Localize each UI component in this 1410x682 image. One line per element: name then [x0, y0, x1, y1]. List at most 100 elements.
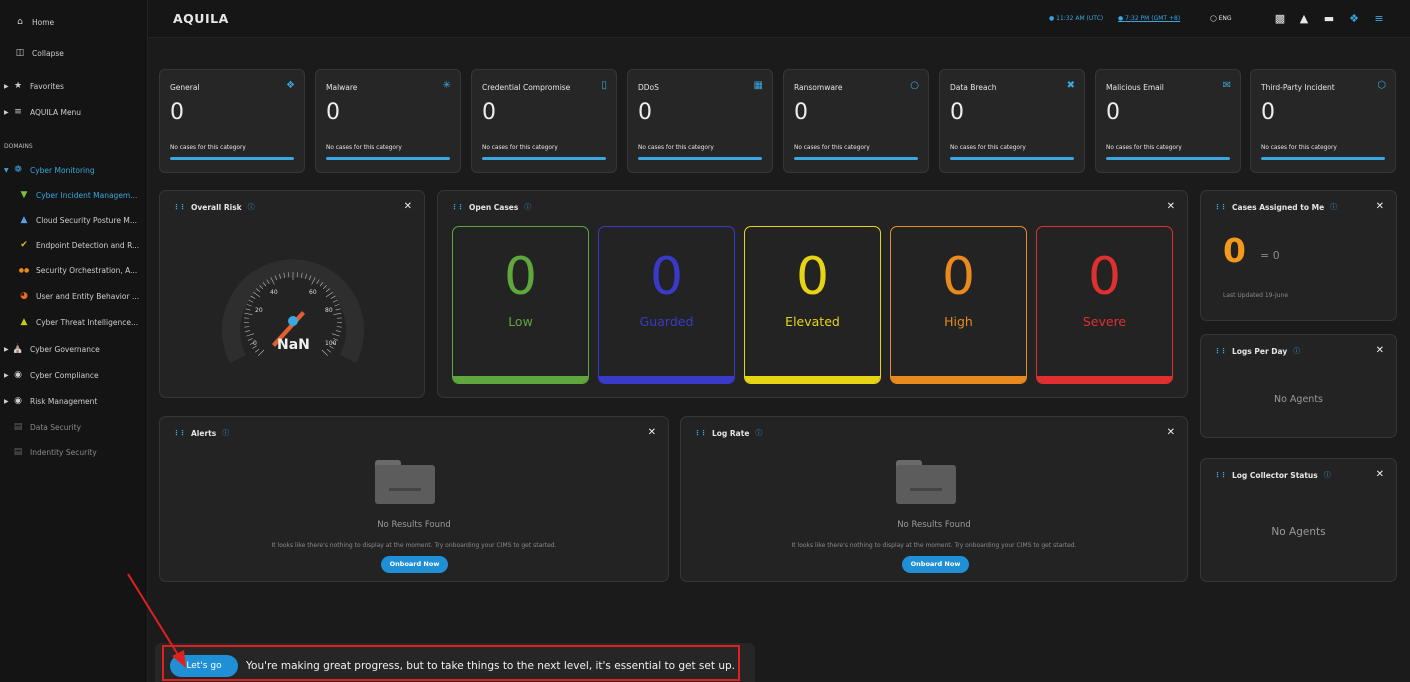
case-level-high[interactable]: 0 High: [890, 226, 1027, 384]
gauge-tick-mark: [333, 313, 342, 315]
sidebar-home[interactable]: ⌂ Home: [0, 10, 148, 34]
log-rate-panel: ⋮⋮ Log Rate ⓘ ✕ No Results Found It looks …: [680, 416, 1188, 582]
app-root: ⌂ Home ◫ Collapse ▶ ★ Favorites ▶ ≡ AQUILA Men…: [0, 0, 1410, 682]
sidebar-item-identity-security[interactable]: ▤ Indentity Security: [0, 440, 148, 464]
caret-right-icon: ▶: [4, 345, 9, 353]
info-icon[interactable]: ⓘ: [524, 202, 531, 212]
sidebar-favorites[interactable]: ▶ ★ Favorites: [0, 74, 148, 98]
cloud-triangle-icon: ▲: [20, 215, 28, 225]
assigned-count: 0: [1223, 231, 1246, 270]
bell-icon[interactable]: ▲: [1297, 12, 1311, 26]
sidebar-item-data-security[interactable]: ▤ Data Security: [0, 415, 148, 439]
drag-handle-icon[interactable]: ⋮⋮: [1214, 347, 1227, 355]
gauge-tick-mark: [321, 349, 328, 356]
category-card-data-breach[interactable]: Data Breach ✖ 0 No cases for this category: [939, 69, 1085, 173]
onboard-now-button[interactable]: Onboard Now: [902, 556, 969, 573]
card-bar: [326, 157, 450, 160]
info-icon[interactable]: ⓘ: [248, 202, 255, 212]
gauge-tick-mark: [248, 299, 254, 303]
info-icon[interactable]: ⓘ: [222, 428, 229, 438]
shield-check-icon: ✔: [20, 240, 28, 250]
card-bar: [950, 157, 1074, 160]
drag-handle-icon[interactable]: ⋮⋮: [173, 429, 186, 437]
overall-risk-panel: ⋮⋮ Overall Risk ⓘ ✕ 40 60 20 80 0 100 NaN: [159, 190, 425, 398]
collapse-icon: ◫: [15, 48, 25, 58]
logs-per-day-panel: ⋮⋮ Logs Per Day ⓘ ✕ No Agents: [1200, 334, 1397, 438]
gauge-tick-40: 40: [270, 289, 278, 296]
sidebar-item-cyber-compliance[interactable]: ▶ ◉ Cyber Compliance: [0, 363, 148, 387]
bug-icon: ✳: [442, 80, 451, 91]
close-icon[interactable]: ✕: [404, 201, 412, 212]
case-level-guarded[interactable]: 0 Guarded: [598, 226, 735, 384]
gauge-tick-mark: [245, 308, 251, 311]
category-card-ddos[interactable]: DDoS ▦ 0 No cases for this category: [627, 69, 773, 173]
topbar: AQUILA ● 11:32 AM (UTC) ● 7:32 PM (GMT +…: [148, 0, 1410, 38]
info-icon[interactable]: ⓘ: [1330, 202, 1337, 212]
drag-handle-icon[interactable]: ⋮⋮: [694, 429, 707, 437]
filter-icon: ▼: [20, 190, 28, 200]
gauge-tick-mark: [253, 291, 261, 298]
local-clock[interactable]: ● 7:32 PM (GMT +8): [1118, 15, 1180, 22]
drag-handle-icon[interactable]: ⋮⋮: [173, 203, 186, 211]
close-icon[interactable]: ✕: [1167, 427, 1175, 438]
close-icon[interactable]: ✕: [1376, 469, 1384, 480]
sidebar-item-security-orchestration[interactable]: ●● Security Orchestration, A...: [0, 258, 148, 282]
category-card-credential[interactable]: Credential Compromise ▯ 0 No cases for thi…: [471, 69, 617, 173]
sidebar-item-user-entity[interactable]: ◕ User and Entity Behavior ...: [0, 284, 148, 308]
aquila-logo[interactable]: AQUILA: [173, 11, 229, 26]
category-card-malware[interactable]: Malware ✳ 0 No cases for this category: [315, 69, 461, 173]
case-level-low[interactable]: 0 Low: [452, 226, 589, 384]
onboard-now-button[interactable]: Onboard Now: [381, 556, 448, 573]
book-icon[interactable]: ▬: [1322, 12, 1336, 26]
empty-message: No Agents: [1271, 526, 1326, 538]
card-bar: [482, 157, 606, 160]
sidebar-item-cyber-governance[interactable]: ▶ ⛪ Cyber Governance: [0, 337, 148, 361]
sidebar-item-risk-management[interactable]: ▶ ◉ Risk Management: [0, 389, 148, 413]
support-icon[interactable]: ❖: [1347, 12, 1361, 26]
drag-handle-icon[interactable]: ⋮⋮: [1214, 471, 1227, 479]
gauge-tick-20: 20: [255, 307, 263, 314]
sidebar-item-cloud-security[interactable]: ▲ Cloud Security Posture M...: [0, 208, 148, 232]
gauge-tick-mark: [246, 333, 255, 337]
info-icon[interactable]: ⓘ: [1324, 470, 1331, 480]
sidebar-item-endpoint[interactable]: ✔ Endpoint Detection and R...: [0, 233, 148, 257]
sidebar-collapse[interactable]: ◫ Collapse: [0, 41, 148, 65]
tag-icon: ❖: [286, 80, 295, 91]
card-bar: [794, 157, 918, 160]
case-level-severe[interactable]: 0 Severe: [1036, 226, 1173, 384]
risk-icon: ◉: [14, 396, 22, 406]
case-level-elevated[interactable]: 0 Elevated: [744, 226, 881, 384]
panel-title: Open Cases: [469, 202, 519, 212]
hamburger-icon[interactable]: ≡: [1372, 12, 1386, 26]
gauge-tick-mark: [245, 330, 251, 332]
caret-right-icon: ▶: [4, 371, 9, 379]
calendar-icon: ▦: [753, 80, 763, 91]
gauge-tick-mark: [246, 304, 252, 307]
globe-gear-icon: ❁: [14, 165, 22, 175]
category-card-third-party[interactable]: Third-Party Incident ⬡ 0 No cases for this…: [1250, 69, 1396, 173]
menu-icon: ≡: [14, 107, 22, 117]
globe-icon: ◯: [1210, 15, 1219, 22]
card-bar: [170, 157, 294, 160]
cases-assigned-panel: ⋮⋮ Cases Assigned to Me ⓘ ✕ 0 = 0 Last Upd…: [1200, 190, 1397, 321]
category-card-malicious-email[interactable]: Malicious Email ✉ 0 No cases for this cate…: [1095, 69, 1241, 173]
language-switch[interactable]: ◯ ENG: [1210, 15, 1232, 22]
info-icon[interactable]: ⓘ: [1293, 346, 1300, 356]
close-icon[interactable]: ✕: [1376, 201, 1384, 212]
id-icon: ▤: [13, 447, 23, 457]
drag-handle-icon[interactable]: ⋮⋮: [451, 203, 464, 211]
sidebar-item-cyber-incident[interactable]: ▼ Cyber Incident Managem...: [0, 183, 148, 207]
home-icon: ⌂: [17, 17, 23, 27]
sidebar-item-cyber-monitoring[interactable]: ▼ ❁ Cyber Monitoring: [0, 158, 148, 182]
sidebar-aquila-menu[interactable]: ▶ ≡ AQUILA Menu: [0, 100, 148, 124]
building-icon[interactable]: ▩: [1273, 12, 1287, 26]
open-cases-panel: ⋮⋮ Open Cases ⓘ ✕ 0 Low 0 Guarded 0 Elevated …: [437, 190, 1188, 398]
category-card-ransomware[interactable]: Ransomware ○ 0 No cases for this category: [783, 69, 929, 173]
drag-handle-icon[interactable]: ⋮⋮: [1214, 203, 1227, 211]
close-icon[interactable]: ✕: [1167, 201, 1175, 212]
info-icon[interactable]: ⓘ: [755, 428, 762, 438]
category-card-general[interactable]: General ❖ 0 No cases for this category: [159, 69, 305, 173]
close-icon[interactable]: ✕: [648, 427, 656, 438]
close-icon[interactable]: ✕: [1376, 345, 1384, 356]
sidebar-item-threat-intel[interactable]: ▲ Cyber Threat Intelligence...: [0, 310, 148, 334]
